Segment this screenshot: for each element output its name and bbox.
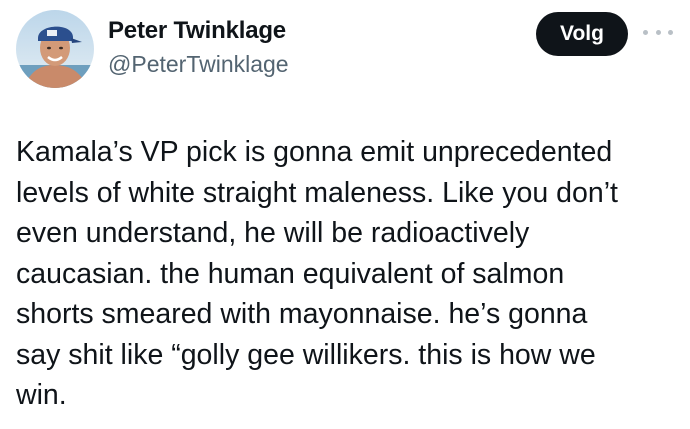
follow-button[interactable]: Volg <box>536 12 628 56</box>
dot <box>668 29 673 35</box>
tweet-text-line: say shit like “golly gee willikers. this… <box>16 338 596 371</box>
tweet-text-line: Kamala’s VP pick is gonna emit unprecede… <box>16 136 613 168</box>
more-dots-icon[interactable] <box>643 22 673 42</box>
author-handle[interactable]: @PeterTwinklage <box>108 51 289 78</box>
dot <box>655 29 661 35</box>
tweet-text: Kamala’s VP pick is gonna emit unprecede… <box>16 132 681 416</box>
tweet-text-line: caucasian. the human equivalent of salmo… <box>16 257 565 290</box>
dot <box>643 29 648 35</box>
tweet-card: Peter Twinklage @PeterTwinklage Volg Kam… <box>0 0 690 429</box>
avatar-photo <box>16 10 94 88</box>
avatar[interactable] <box>16 10 94 88</box>
tweet-text-line: levels of white straight maleness. Like … <box>16 176 618 209</box>
tweet-text-line: shorts smeared with mayonnaise. he’s gon… <box>16 298 588 330</box>
tweet-text-line: win. <box>16 379 67 411</box>
author-display-name[interactable]: Peter Twinklage <box>108 17 286 45</box>
tweet-text-line: even understand, he will be radioactivel… <box>16 217 530 249</box>
